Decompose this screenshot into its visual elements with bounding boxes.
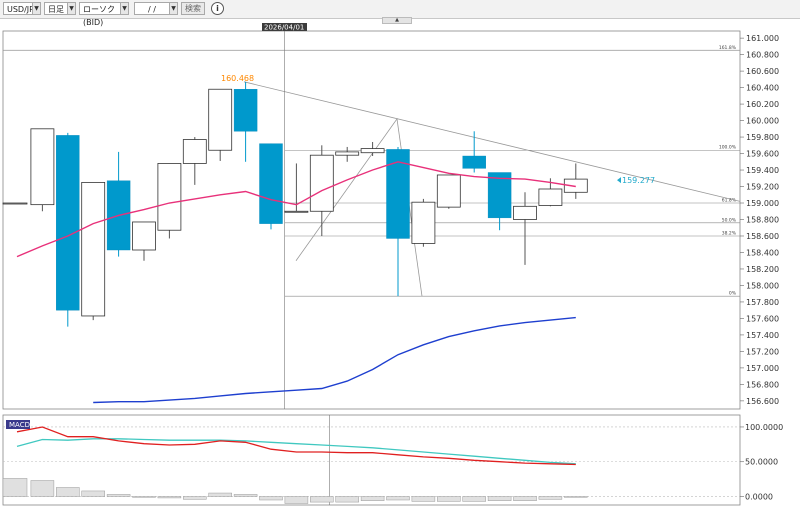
candle-body <box>132 221 156 251</box>
price-axis-label: 158.800 <box>746 216 779 225</box>
price-axis-label: 157.600 <box>746 314 779 323</box>
candle-body <box>487 172 512 219</box>
price-axis-label: 159.200 <box>746 183 779 192</box>
macd-histogram-bar <box>157 496 182 499</box>
candle-body <box>309 154 334 212</box>
price-axis-label: 158.600 <box>746 232 779 241</box>
candle-body <box>2 202 28 205</box>
price-axis-label: 161.000 <box>746 34 779 43</box>
candle-body <box>335 151 360 156</box>
macd-histogram-bar <box>233 494 258 497</box>
candle-body <box>81 181 106 317</box>
cursor-date-label: 2026/04/01 <box>264 24 304 32</box>
fib-level-label: 100.0% <box>719 145 737 151</box>
macd-histogram-bar <box>208 492 232 497</box>
macd-histogram-bar <box>132 496 156 498</box>
macd-axis-label: 0.0000 <box>745 493 773 502</box>
macd-histogram-bar <box>487 496 512 501</box>
price-axis-label: 157.800 <box>746 298 779 307</box>
price-axis-label: 160.200 <box>746 100 779 109</box>
price-axis-label: 158.000 <box>746 281 779 290</box>
macd-histogram-bar <box>411 496 436 502</box>
price-axis-label: 160.800 <box>746 51 779 60</box>
candle-body <box>538 188 563 206</box>
fib-level-label: 50.0% <box>722 217 737 223</box>
price-axis-label: 158.400 <box>746 248 779 257</box>
candle-body <box>513 205 537 220</box>
price-axis-label: 159.000 <box>746 199 779 208</box>
high-marker-label: 160.468 <box>221 74 254 83</box>
price-axis-label: 156.600 <box>746 397 779 406</box>
candle-body <box>436 174 461 208</box>
fib-level-label: 38.2% <box>722 230 737 236</box>
macd-histogram-bar <box>437 496 461 502</box>
price-axis-label: 159.600 <box>746 150 779 159</box>
macd-histogram-bar <box>310 496 334 503</box>
macd-histogram-bar <box>81 490 105 497</box>
macd-histogram-bar <box>513 496 537 501</box>
macd-panel <box>2 414 741 506</box>
macd-histogram-bar <box>106 494 131 497</box>
macd-axis-label: 50.0000 <box>745 458 778 467</box>
macd-histogram-bar <box>386 496 410 501</box>
price-axis-label: 157.200 <box>746 347 779 356</box>
candle-body <box>30 128 55 206</box>
candle-body <box>259 143 283 224</box>
candle-body <box>208 88 233 151</box>
price-axis-label: 159.400 <box>746 166 779 175</box>
macd-histogram-bar <box>284 496 309 504</box>
macd-histogram-bar <box>360 496 385 501</box>
candle-body <box>56 135 80 311</box>
macd-histogram-bar <box>564 496 588 498</box>
current-price-label: 159.277 <box>622 176 655 185</box>
chart-area[interactable]: 161.8%100.0%61.8%50.0%38.2%0% 159.277160… <box>0 0 800 511</box>
macd-histogram-bar <box>538 496 563 500</box>
price-axis-label: 159.800 <box>746 133 779 142</box>
macd-histogram-bar <box>335 496 359 503</box>
candle-body <box>157 163 182 231</box>
macd-histogram-bar <box>259 496 283 501</box>
candle-body <box>284 210 309 213</box>
macd-histogram-bar <box>56 487 80 497</box>
macd-histogram-bar <box>462 496 486 502</box>
fib-level-label: 0% <box>729 291 737 297</box>
price-axis-label: 157.400 <box>746 331 779 340</box>
macd-histogram-bar <box>30 480 55 497</box>
candle-body <box>182 139 207 164</box>
candle-body <box>233 89 258 132</box>
price-axis-label: 160.400 <box>746 84 779 93</box>
candle-body <box>462 155 486 169</box>
price-axis-label: 160.600 <box>746 67 779 76</box>
macd-histogram-bar <box>2 478 28 497</box>
macd-axis-label: 100.0000 <box>745 423 783 432</box>
macd-histogram-bar <box>183 496 207 500</box>
price-axis-label: 156.800 <box>746 380 779 389</box>
candle-body <box>411 201 436 244</box>
price-axis-label: 160.000 <box>746 117 779 126</box>
price-axis-label: 157.000 <box>746 364 779 373</box>
macd-title: MACD <box>9 421 30 429</box>
candle-body <box>360 148 385 154</box>
price-axis-label: 158.200 <box>746 265 779 274</box>
candle-body <box>386 149 410 239</box>
